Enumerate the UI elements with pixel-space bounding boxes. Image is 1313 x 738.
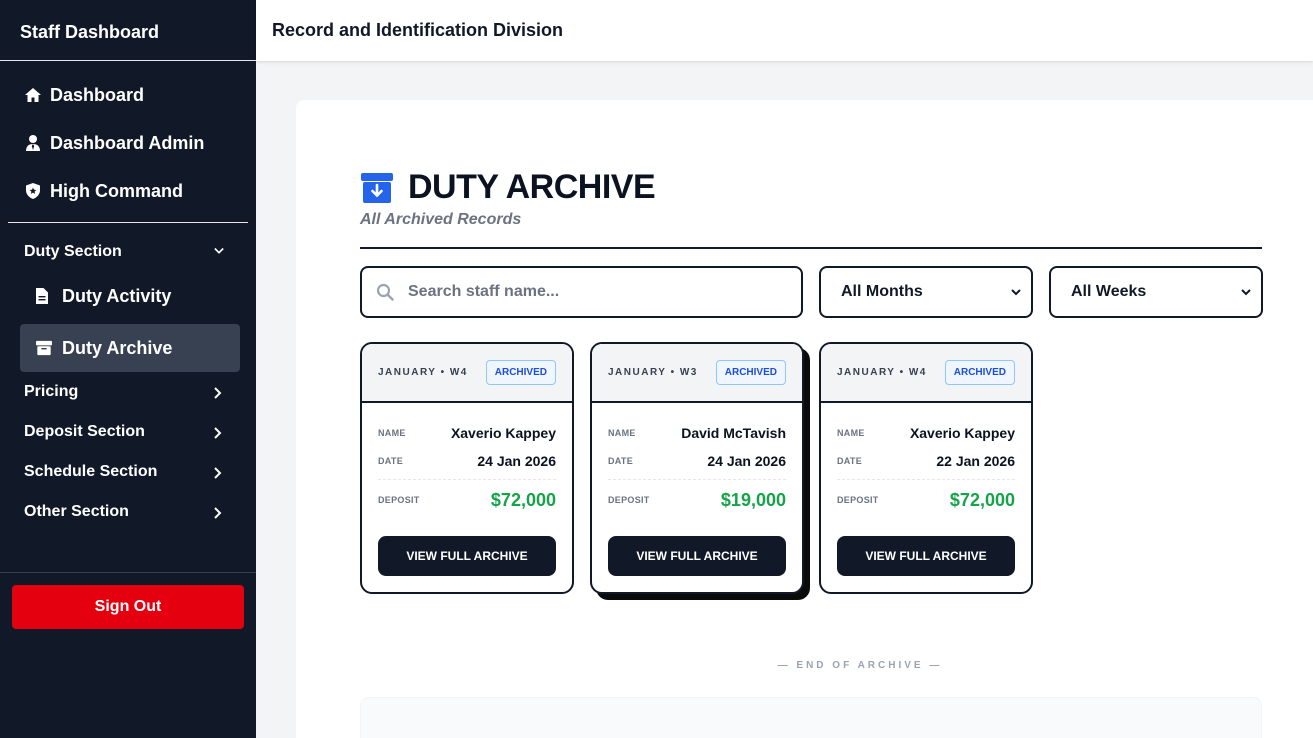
card-period: JANUARY • W4: [837, 367, 927, 378]
sidebar-item-label: Dashboard Admin: [50, 132, 205, 153]
sidebar-top-nav: Dashboard Dashboard Admin High Command: [0, 61, 256, 215]
sidebar-item-dashboard-admin[interactable]: Dashboard Admin: [8, 119, 248, 167]
archive-card: JANUARY • W3 ARCHIVED NAME David McTavish…: [590, 342, 804, 594]
sidebar-section-duty[interactable]: Duty Section: [0, 232, 256, 272]
view-full-archive-button[interactable]: VIEW FULL ARCHIVE: [837, 536, 1015, 576]
name-label: NAME: [837, 428, 865, 438]
sidebar-item-duty-archive[interactable]: Duty Archive: [20, 324, 240, 372]
month-select-value: All Months: [841, 283, 923, 300]
status-badge: ARCHIVED: [944, 360, 1015, 385]
sidebar-item-label: Dashboard: [50, 84, 145, 105]
search-icon: [376, 283, 394, 301]
archive-card: JANUARY • W4 ARCHIVED NAME Xaverio Kappey…: [819, 342, 1033, 594]
page-title-row: DUTY ARCHIVE: [360, 168, 656, 207]
home-icon: [24, 86, 42, 104]
deposit-label: DEPOSIT: [837, 495, 879, 505]
name-label: NAME: [378, 428, 406, 438]
date-label: DATE: [378, 456, 404, 466]
date-label: DATE: [837, 456, 863, 466]
bottom-panel: [360, 697, 1262, 738]
card-header: JANUARY • W4 ARCHIVED: [362, 344, 572, 403]
section-label: Duty Section: [24, 243, 122, 260]
card-period: JANUARY • W3: [608, 367, 698, 378]
sidebar-brand: Staff Dashboard: [0, 0, 256, 61]
status-badge: ARCHIVED: [715, 360, 786, 385]
deposit-amount: $72,000: [490, 489, 556, 510]
deposit-label: DEPOSIT: [608, 495, 650, 505]
chevron-right-icon: [214, 467, 224, 479]
section-label: Schedule Section: [24, 463, 158, 480]
archive-date: 24 Jan 2026: [477, 453, 556, 469]
top-header: Record and Identification Division: [256, 0, 1313, 61]
staff-name: David McTavish: [681, 425, 786, 441]
sidebar-item-label: High Command: [50, 180, 183, 201]
sidebar-item-dashboard[interactable]: Dashboard: [8, 71, 248, 119]
sidebar-section-deposit[interactable]: Deposit Section: [0, 412, 256, 452]
card-body: NAME David McTavish DATE 24 Jan 2026 DEPOS…: [592, 403, 802, 514]
archive-icon: [36, 340, 52, 356]
sidebar-section-pricing[interactable]: Pricing: [0, 372, 256, 412]
card-body: NAME Xaverio Kappey DATE 24 Jan 2026 DEPOS…: [362, 403, 572, 514]
chevron-right-icon: [214, 507, 224, 519]
page-subtitle: All Archived Records: [360, 211, 522, 228]
chevron-down-icon: [1011, 283, 1021, 301]
deposit-label: DEPOSIT: [378, 495, 420, 505]
sidebar-item-high-command[interactable]: High Command: [8, 167, 248, 215]
search-box[interactable]: [360, 266, 803, 318]
sidebar-item-label: Duty Activity: [62, 285, 172, 306]
file-icon: [36, 288, 52, 304]
staff-name: Xaverio Kappey: [450, 425, 556, 441]
card-body: NAME Xaverio Kappey DATE 22 Jan 2026 DEPOS…: [821, 403, 1031, 514]
staff-name: Xaverio Kappey: [909, 425, 1015, 441]
month-select[interactable]: All Months: [819, 266, 1033, 318]
deposit-amount: $72,000: [949, 489, 1015, 510]
user-tie-icon: [24, 134, 42, 152]
archive-card: JANUARY • W4 ARCHIVED NAME Xaverio Kappey…: [360, 342, 574, 594]
section-label: Other Section: [24, 503, 129, 520]
view-full-archive-button[interactable]: VIEW FULL ARCHIVE: [378, 536, 556, 576]
section-label: Deposit Section: [24, 423, 145, 440]
page-title: DUTY ARCHIVE: [408, 168, 656, 206]
sidebar-item-duty-activity[interactable]: Duty Activity: [20, 272, 240, 320]
sidebar-section-schedule[interactable]: Schedule Section: [0, 452, 256, 492]
status-badge: ARCHIVED: [485, 360, 556, 385]
sidebar-item-label: Duty Archive: [62, 337, 173, 358]
chevron-right-icon: [214, 387, 224, 399]
main-panel: DUTY ARCHIVE All Archived Records All Mo…: [296, 100, 1313, 738]
sidebar-section-other[interactable]: Other Section: [0, 492, 256, 532]
archive-box-icon: [360, 172, 394, 203]
week-select[interactable]: All Weeks: [1049, 266, 1263, 318]
date-label: DATE: [608, 456, 634, 466]
archive-date: 24 Jan 2026: [707, 453, 786, 469]
sidebar: Staff Dashboard Dashboard Dashboard Admi…: [0, 0, 256, 738]
card-header: JANUARY • W3 ARCHIVED: [592, 344, 802, 403]
deposit-amount: $19,000: [720, 489, 786, 510]
sidebar-footer: Sign Out: [0, 572, 256, 641]
card-header: JANUARY • W4 ARCHIVED: [821, 344, 1031, 403]
chevron-down-icon: [1241, 283, 1251, 301]
week-select-value: All Weeks: [1071, 283, 1147, 300]
search-input[interactable]: [408, 283, 768, 301]
header-title: Record and Identification Division: [272, 20, 564, 40]
sign-out-button[interactable]: Sign Out: [12, 585, 244, 629]
chevron-right-icon: [214, 427, 224, 439]
view-full-archive-button[interactable]: VIEW FULL ARCHIVE: [608, 536, 786, 576]
card-separator: [378, 479, 556, 480]
chevron-down-icon: [214, 247, 224, 257]
card-separator: [608, 479, 786, 480]
card-separator: [837, 479, 1015, 480]
shield-icon: [24, 182, 42, 200]
title-rule: [360, 247, 1262, 249]
card-period: JANUARY • W4: [378, 367, 468, 378]
name-label: NAME: [608, 428, 636, 438]
archive-date: 22 Jan 2026: [936, 453, 1015, 469]
end-of-archive-text: — END OF ARCHIVE —: [777, 660, 943, 671]
section-label: Pricing: [24, 383, 79, 400]
